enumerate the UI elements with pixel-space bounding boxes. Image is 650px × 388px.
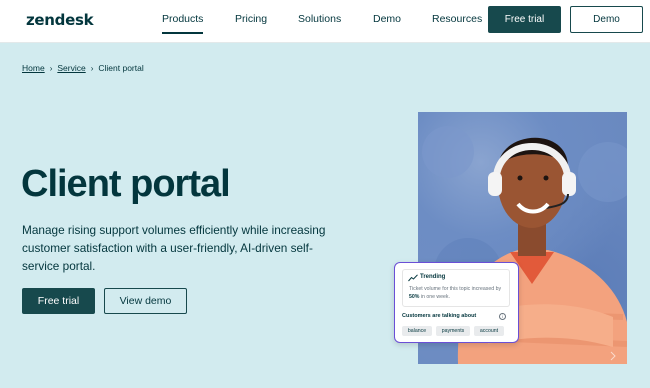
trending-label: Trending: [420, 274, 446, 280]
breadcrumb-home-link[interactable]: Home: [22, 63, 45, 73]
hero-description: Manage rising support volumes efficientl…: [22, 223, 326, 273]
hero-view-demo-button[interactable]: View demo: [104, 288, 187, 314]
trending-percent: 50%: [409, 293, 420, 300]
header-free-trial-button[interactable]: Free trial: [488, 6, 561, 33]
tag-account[interactable]: account: [474, 326, 504, 336]
trending-chart-icon: [408, 274, 418, 282]
top-navigation-bar: zendesk Products Pricing Solutions Demo …: [0, 0, 650, 43]
tag-balance[interactable]: balance: [402, 326, 432, 336]
breadcrumb-service-link[interactable]: Service: [57, 63, 85, 73]
nav-resources[interactable]: Resources: [432, 13, 482, 25]
trending-insight-card: Trending Ticket volume for this topic in…: [394, 262, 519, 343]
tag-payments[interactable]: payments: [436, 326, 470, 336]
trending-text-after: in one week.: [420, 293, 450, 300]
nav-demo[interactable]: Demo: [373, 13, 401, 25]
nav-pricing[interactable]: Pricing: [235, 13, 267, 25]
breadcrumb-separator: ›: [90, 63, 94, 73]
nav-products[interactable]: Products: [162, 13, 204, 34]
zendesk-logo[interactable]: zendesk: [26, 11, 94, 29]
nav-solutions[interactable]: Solutions: [298, 13, 341, 25]
hero-free-trial-button[interactable]: Free trial: [22, 288, 95, 314]
breadcrumb-separator: ›: [49, 63, 53, 73]
customers-talking-label: Customers are talking about: [402, 313, 477, 319]
page-title: Client portal: [21, 163, 231, 205]
trending-box: Trending Ticket volume for this topic in…: [402, 269, 510, 307]
breadcrumb: Home › Service › Client portal: [22, 63, 144, 73]
breadcrumb-current-page: Client portal: [98, 63, 144, 73]
trending-text-before: Ticket volume for this topic increased b…: [409, 286, 502, 292]
header-demo-button[interactable]: Demo: [570, 6, 643, 33]
trending-description: Ticket volume for this topic increased b…: [409, 286, 509, 301]
info-icon[interactable]: i: [499, 313, 506, 320]
